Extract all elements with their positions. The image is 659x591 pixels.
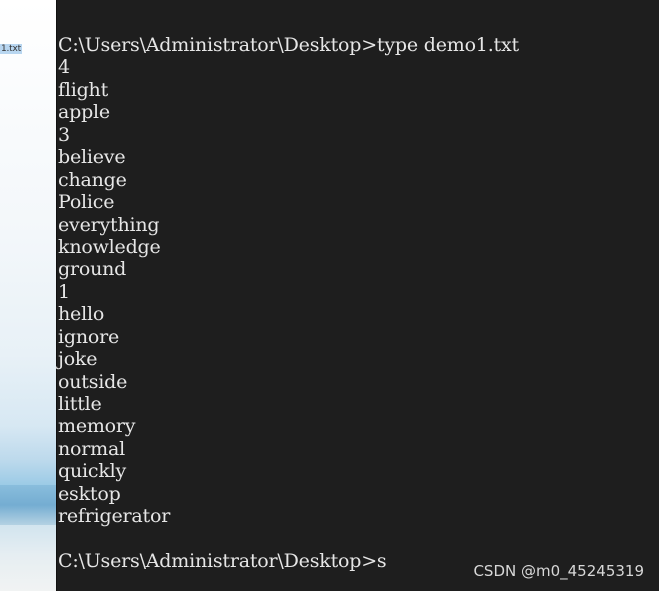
console-command-line: C:\Users\Administrator\Desktop>type demo… [58, 34, 519, 56]
console-output-line: ignore [58, 325, 120, 348]
desktop-file-icon-label[interactable]: 1.txt [0, 44, 22, 54]
screenshot: 1.txt C:\Users\Administrator\Desktop>typ… [0, 0, 659, 591]
console-output-line: hello [58, 303, 105, 326]
file-name-text: 1.txt [0, 44, 22, 54]
wallpaper-sea [0, 485, 56, 525]
console-output-line: outside [58, 370, 128, 393]
console-output-line: 1 [58, 280, 70, 303]
console-output-line: quickly [58, 460, 127, 483]
console-output-line: apple [58, 101, 110, 124]
console-output-line: change [58, 168, 127, 191]
console-output-line: normal [58, 437, 125, 460]
console-output-line: knowledge [58, 235, 161, 258]
console-output: C:\Users\Administrator\Desktop>type demo… [58, 34, 519, 573]
console-output-line: 4 [58, 56, 70, 79]
console-output-line: flight [58, 78, 109, 101]
watermark-text: CSDN @m0_45245319 [473, 562, 644, 580]
console-blank-line [58, 528, 519, 550]
console-output-line: everything [58, 213, 160, 236]
console-output-line: joke [58, 348, 98, 371]
console-input-line[interactable]: C:\Users\Administrator\Desktop>s [58, 550, 519, 572]
console-output-line: believe [58, 146, 126, 169]
desktop-background: 1.txt [0, 0, 56, 591]
console-output-line: esktop [58, 482, 121, 505]
console-output-line: refrigerator [58, 505, 171, 528]
console-output-line: ground [58, 258, 127, 281]
console-output-line: memory [58, 415, 136, 438]
console-output-line: Police [58, 191, 115, 214]
console-output-line: 3 [58, 123, 70, 146]
command-prompt-window[interactable]: C:\Users\Administrator\Desktop>type demo… [56, 0, 659, 591]
console-output-line: little [58, 393, 102, 415]
